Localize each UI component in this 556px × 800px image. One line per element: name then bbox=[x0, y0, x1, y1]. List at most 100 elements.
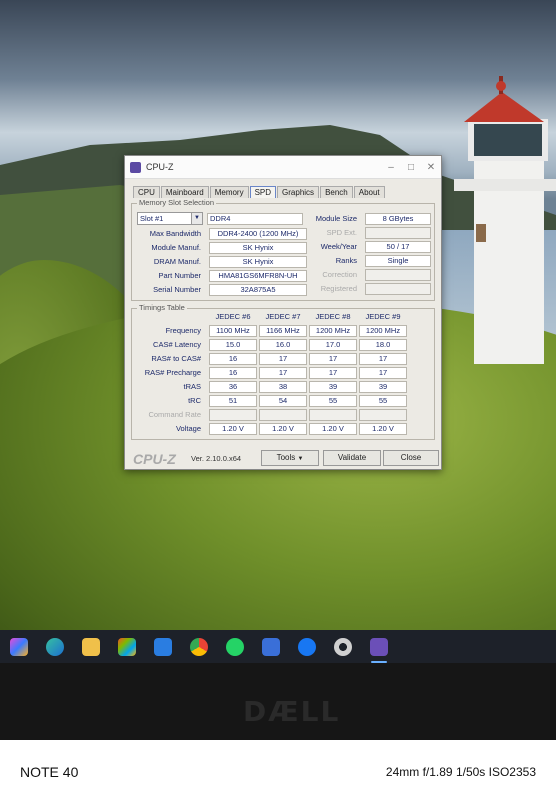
timing-cell: 38 bbox=[259, 381, 307, 393]
timing-label: Frequency bbox=[165, 326, 201, 335]
cpu-z-icon[interactable] bbox=[364, 632, 394, 663]
timing-cell: 17 bbox=[309, 353, 357, 365]
tab-bench[interactable]: Bench bbox=[320, 186, 353, 198]
timing-cell: 18.0 bbox=[359, 339, 407, 351]
timing-cell: 17 bbox=[359, 353, 407, 365]
timings-label: Timings Table bbox=[137, 303, 187, 312]
timing-cell: 17 bbox=[309, 367, 357, 379]
correction-label: Correction bbox=[322, 270, 357, 279]
device-name: NOTE 40 bbox=[20, 764, 79, 780]
spd-ext-value bbox=[365, 227, 431, 239]
lighthouse bbox=[454, 76, 556, 364]
timing-cell bbox=[309, 409, 357, 421]
tab-memory[interactable]: Memory bbox=[209, 186, 249, 198]
ranks-value: Single bbox=[365, 255, 431, 267]
timing-label: CAS# Latency bbox=[153, 340, 201, 349]
tab-spd[interactable]: SPD bbox=[249, 186, 277, 198]
chevron-down-icon[interactable]: ▼ bbox=[297, 456, 303, 462]
dram-manuf-value: SK Hynix bbox=[209, 256, 307, 268]
serial-number-label: Serial Number bbox=[153, 285, 201, 294]
app-icon[interactable] bbox=[256, 632, 286, 662]
timing-cell: 16.0 bbox=[259, 339, 307, 351]
col-jedec-6: JEDEC #6 bbox=[215, 312, 251, 321]
timing-cell: 1.20 V bbox=[209, 423, 257, 435]
timing-cell: 17.0 bbox=[309, 339, 357, 351]
col-jedec-7: JEDEC #7 bbox=[265, 312, 301, 321]
timing-cell: 1.20 V bbox=[309, 423, 357, 435]
timing-cell: 55 bbox=[309, 395, 357, 407]
file-explorer-icon[interactable] bbox=[76, 632, 106, 662]
chrome-icon[interactable] bbox=[184, 632, 214, 662]
tab-cpu[interactable]: CPU bbox=[133, 186, 160, 198]
timing-cell: 39 bbox=[309, 381, 357, 393]
timing-cell: 39 bbox=[359, 381, 407, 393]
timing-cell: 51 bbox=[209, 395, 257, 407]
part-number-label: Part Number bbox=[158, 271, 201, 280]
window-title: CPU-Z bbox=[146, 162, 174, 172]
close-window-button[interactable]: ✕ bbox=[421, 162, 441, 173]
dram-manuf-label: DRAM Manuf. bbox=[153, 257, 201, 266]
taskbar bbox=[0, 630, 556, 663]
timing-label: tRAS bbox=[183, 382, 201, 391]
maximize-button[interactable]: □ bbox=[401, 162, 421, 173]
serial-number-value: 32A875A5 bbox=[209, 284, 307, 296]
slot-select[interactable]: Slot #1 ▼ bbox=[137, 212, 203, 225]
timing-label: Voltage bbox=[175, 424, 201, 433]
validate-button[interactable]: Validate bbox=[323, 450, 381, 466]
minimize-button[interactable]: – bbox=[381, 162, 401, 173]
memory-type: DDR4 bbox=[207, 213, 303, 225]
week-year-label: Week/Year bbox=[320, 242, 357, 251]
module-manuf-label: Module Manuf. bbox=[151, 243, 201, 252]
photo-caption: NOTE 40 24mm f/1.89 1/50s ISO2353 bbox=[0, 740, 556, 800]
mail-icon[interactable] bbox=[148, 632, 178, 662]
timing-cell: 55 bbox=[359, 395, 407, 407]
timing-label: Command Rate bbox=[148, 410, 201, 419]
settings-icon[interactable] bbox=[328, 632, 358, 662]
chevron-down-icon[interactable]: ▼ bbox=[191, 213, 202, 224]
timing-cell: 1.20 V bbox=[359, 423, 407, 435]
timing-cell: 16 bbox=[209, 353, 257, 365]
photo: DÆLL CPU-Z – □ ✕ CPU Mainboard Memory SP… bbox=[0, 0, 556, 740]
tab-bar: CPU Mainboard Memory SPD Graphics Bench … bbox=[133, 186, 441, 198]
timing-cell: 1200 MHz bbox=[359, 325, 407, 337]
timing-cell: 1200 MHz bbox=[309, 325, 357, 337]
facebook-icon[interactable] bbox=[292, 632, 322, 662]
tab-about[interactable]: About bbox=[353, 186, 385, 198]
timing-cell: 54 bbox=[259, 395, 307, 407]
part-number-value: HMA81GS6MFR8N-UH bbox=[209, 270, 307, 282]
module-manuf-value: SK Hynix bbox=[209, 242, 307, 254]
module-size-value: 8 GBytes bbox=[365, 213, 431, 225]
version-label: Ver. 2.10.0.x64 bbox=[191, 454, 242, 463]
timing-cell: 17 bbox=[259, 353, 307, 365]
timing-label: RAS# to CAS# bbox=[151, 354, 201, 363]
ranks-label: Ranks bbox=[335, 256, 357, 265]
title-bar: CPU-Z – □ ✕ bbox=[125, 156, 441, 179]
timing-label: RAS# Precharge bbox=[144, 368, 201, 377]
close-button[interactable]: Close bbox=[383, 450, 439, 466]
module-size-label: Module Size bbox=[315, 214, 357, 223]
whatsapp-icon[interactable] bbox=[220, 632, 250, 662]
tab-mainboard[interactable]: Mainboard bbox=[160, 186, 209, 198]
tools-label: Tools bbox=[276, 453, 296, 462]
correction-value bbox=[365, 269, 431, 281]
registered-label: Registered bbox=[320, 284, 357, 293]
laptop-logo: DÆLL bbox=[243, 695, 341, 728]
week-year-value: 50 / 17 bbox=[365, 241, 431, 253]
tab-graphics[interactable]: Graphics bbox=[277, 186, 320, 198]
timing-cell bbox=[359, 409, 407, 421]
max-bandwidth-value: DDR4-2400 (1200 MHz) bbox=[209, 228, 307, 240]
timing-cell: 17 bbox=[259, 367, 307, 379]
exif-info: 24mm f/1.89 1/50s ISO2353 bbox=[385, 765, 536, 779]
max-bandwidth-label: Max Bandwidth bbox=[149, 229, 201, 238]
edge-icon[interactable] bbox=[40, 632, 70, 662]
timing-cell bbox=[259, 409, 307, 421]
timing-cell: 16 bbox=[209, 367, 257, 379]
col-jedec-9: JEDEC #9 bbox=[365, 312, 401, 321]
timing-label: tRC bbox=[188, 396, 201, 405]
timing-cell: 15.0 bbox=[209, 339, 257, 351]
timing-cell: 36 bbox=[209, 381, 257, 393]
copilot-icon[interactable] bbox=[4, 632, 34, 662]
cpu-z-brand: CPU-Z bbox=[133, 451, 176, 467]
tools-button[interactable]: Tools ▼ bbox=[261, 450, 319, 466]
store-icon[interactable] bbox=[112, 632, 142, 662]
